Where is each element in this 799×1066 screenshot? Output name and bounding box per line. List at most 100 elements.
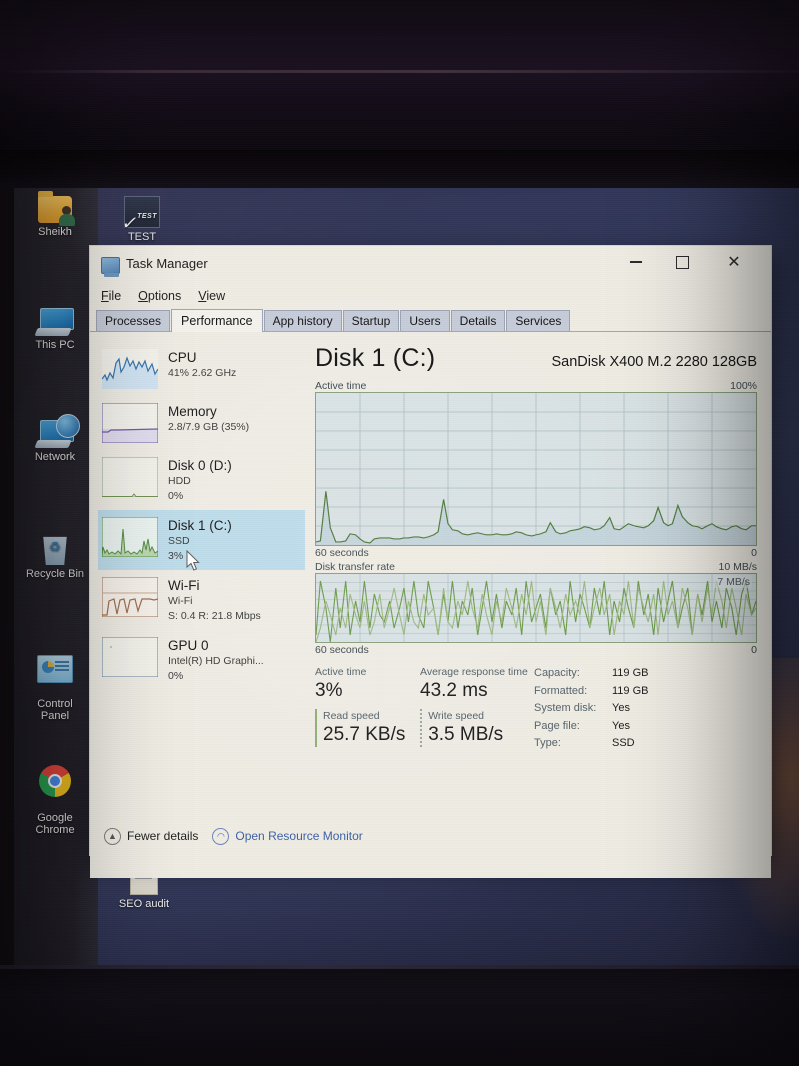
tab-app-history[interactable]: App history (263, 310, 342, 331)
desk-edge (0, 70, 799, 73)
desktop-icon-network[interactable]: Network (20, 414, 90, 463)
maximize-button[interactable] (659, 246, 705, 278)
open-resource-monitor-link[interactable]: ◠ Open Resource Monitor (212, 827, 363, 845)
desktop-icon-control-panel[interactable]: Control Panel (20, 643, 90, 722)
stats-row-secondary: Read speed 25.7 KB/s Write speed 3.5 MB/… (315, 709, 530, 747)
desktop-icon-recycle-bin[interactable]: Recycle Bin (20, 533, 90, 580)
open-resource-monitor-label: Open Resource Monitor (235, 829, 363, 843)
tab-bar[interactable]: Processes Performance App history Startu… (90, 308, 771, 332)
sidebar-item-gpu-0[interactable]: GPU 0 Intel(R) HD Graphi... 0% (98, 630, 305, 690)
gridlines (316, 393, 756, 545)
desktop-icon-sheikh[interactable]: Sheikh (20, 191, 90, 238)
sidebar-item-wifi[interactable]: Wi-Fi Wi-Fi S: 0.4 R: 21.8 Mbps (98, 570, 305, 630)
detail-value: 119 GB (612, 684, 649, 697)
active-time-plot (316, 393, 756, 545)
device-model: SanDisk X400 M.2 2280 128GB (551, 354, 757, 370)
sidebar-item-detail: Intel(R) HD Graphi... (168, 655, 264, 667)
detail-formatted: Formatted: 119 GB (534, 683, 649, 701)
menu-view-rest: iew (206, 289, 226, 303)
disk-transfer-rate-graph: 7 MB/s (315, 573, 757, 643)
stats-row-primary: Active time 3% Average response time 43.… (315, 665, 530, 703)
user-folder-icon (38, 191, 75, 226)
task-manager-window[interactable]: Task Manager ✕ File Options View Process… (89, 245, 772, 878)
stat-value: 43.2 ms (420, 680, 488, 701)
menu-item-options[interactable]: Options (138, 289, 181, 303)
sidebar-item-name: Disk 1 (C:) (168, 518, 232, 533)
window-title: Task Manager (126, 256, 208, 271)
resource-monitor-icon: ◠ (212, 827, 230, 845)
sidebar-item-cpu[interactable]: CPU 41% 2.62 GHz (98, 342, 305, 396)
mouse-cursor (186, 550, 200, 571)
disk-details-list: Capacity: 119 GB Formatted: 119 GB Syste… (530, 665, 649, 753)
window-titlebar[interactable]: Task Manager ✕ (90, 246, 771, 284)
performance-detail-panel: Disk 1 (C:) SanDisk X400 M.2 2280 128GB … (305, 332, 771, 878)
desktop-icon-google-chrome[interactable]: Google Chrome (20, 753, 90, 836)
detail-value: Yes (612, 719, 630, 732)
stat-active-time: Active time 3% (315, 665, 420, 703)
desktop-icon-label: Control Panel (37, 698, 73, 722)
tab-details[interactable]: Details (450, 310, 506, 331)
active-time-axis-top: Active time 100% (315, 380, 757, 392)
tab-startup[interactable]: Startup (342, 310, 400, 331)
detail-key: Type: (534, 737, 561, 749)
tab-processes[interactable]: Processes (96, 310, 171, 331)
control-panel-icon (37, 655, 73, 683)
detail-key: Formatted: (534, 684, 588, 697)
detail-key: System disk: (534, 702, 597, 714)
sidebar-item-value: 0% (168, 670, 184, 682)
sidebar-item-detail: Wi-Fi (168, 595, 193, 607)
transfer-rate-min: 0 (751, 644, 757, 656)
stats-left-column: Active time 3% Average response time 43.… (315, 665, 530, 753)
laptop-photo: Sheikh This PC Network Recycle Bin Contr… (0, 0, 799, 1066)
page-title: Disk 1 (C:) (315, 344, 436, 372)
memory-thumbnail-graph (102, 403, 158, 443)
detail-key: Capacity: (534, 667, 580, 679)
menu-item-file[interactable]: File (101, 289, 121, 303)
this-pc-icon (34, 308, 74, 336)
sidebar-item-memory[interactable]: Memory 2.8/7.9 GB (35%) (98, 396, 305, 450)
stat-write-speed: Write speed 3.5 MB/s (420, 709, 530, 747)
desktop-icon-label: This PC (35, 339, 75, 351)
transfer-rate-tooltip: 7 MB/s (715, 576, 752, 588)
window-body: CPU 41% 2.62 GHz Memory 2.8/7.9 GB (35%)… (90, 332, 771, 878)
minimize-button[interactable] (613, 246, 659, 278)
sidebar-item-name: Wi-Fi (168, 578, 200, 593)
desktop-icon-this-pc[interactable]: This PC (20, 308, 90, 351)
sidebar-item-name: Disk 0 (D:) (168, 458, 232, 473)
detail-key: Page file: (534, 719, 580, 732)
sidebar-item-name: Memory (168, 404, 217, 419)
stat-avg-response-time: Average response time 43.2 ms (420, 665, 530, 703)
sidebar-item-detail: HDD (168, 475, 191, 487)
sidebar-item-name: CPU (168, 350, 197, 365)
transfer-rate-label: Disk transfer rate (315, 561, 395, 573)
sidebar-item-disk-0[interactable]: Disk 0 (D:) HDD 0% (98, 450, 305, 510)
resource-list[interactable]: CPU 41% 2.62 GHz Memory 2.8/7.9 GB (35%)… (90, 332, 305, 878)
menu-file-rest: ile (108, 289, 122, 303)
tab-performance[interactable]: Performance (171, 309, 263, 332)
sidebar-item-value: 0% (168, 490, 184, 502)
fewer-details-button[interactable]: ▲ Fewer details (104, 827, 198, 845)
desktop-icon-label: SEO audit (118, 898, 170, 910)
active-time-graph (315, 392, 757, 546)
detail-page-file: Page file: Yes (534, 718, 649, 736)
transfer-rate-plot (316, 574, 756, 642)
detail-value: SSD (612, 737, 635, 749)
active-time-axis-bottom: 60 seconds 0 (315, 547, 757, 559)
sidebar-item-detail: 2.8/7.9 GB (35%) (168, 421, 250, 433)
desktop-icon-test[interactable]: ✓ TEST TEST (107, 196, 177, 243)
menu-item-view[interactable]: View (198, 289, 225, 303)
close-button[interactable]: ✕ (711, 246, 757, 278)
detail-system-disk: System disk: Yes (534, 700, 649, 718)
tab-users[interactable]: Users (400, 310, 450, 331)
chevron-up-icon: ▲ (104, 827, 121, 845)
menu-bar[interactable]: File Options View (90, 284, 771, 308)
sidebar-item-disk-1[interactable]: Disk 1 (C:) SSD 3% (98, 510, 305, 570)
stat-key: Write speed (428, 710, 485, 722)
desktop-icon-label: Google Chrome (35, 812, 75, 836)
stat-key: Active time (315, 666, 367, 678)
tab-services[interactable]: Services (506, 310, 571, 331)
status-bar[interactable]: ▲ Fewer details ◠ Open Resource Monitor (90, 817, 771, 855)
stat-read-speed: Read speed 25.7 KB/s (315, 709, 420, 747)
windows-desktop: Sheikh This PC Network Recycle Bin Contr… (14, 188, 799, 976)
wifi-thumbnail-graph (102, 577, 158, 617)
